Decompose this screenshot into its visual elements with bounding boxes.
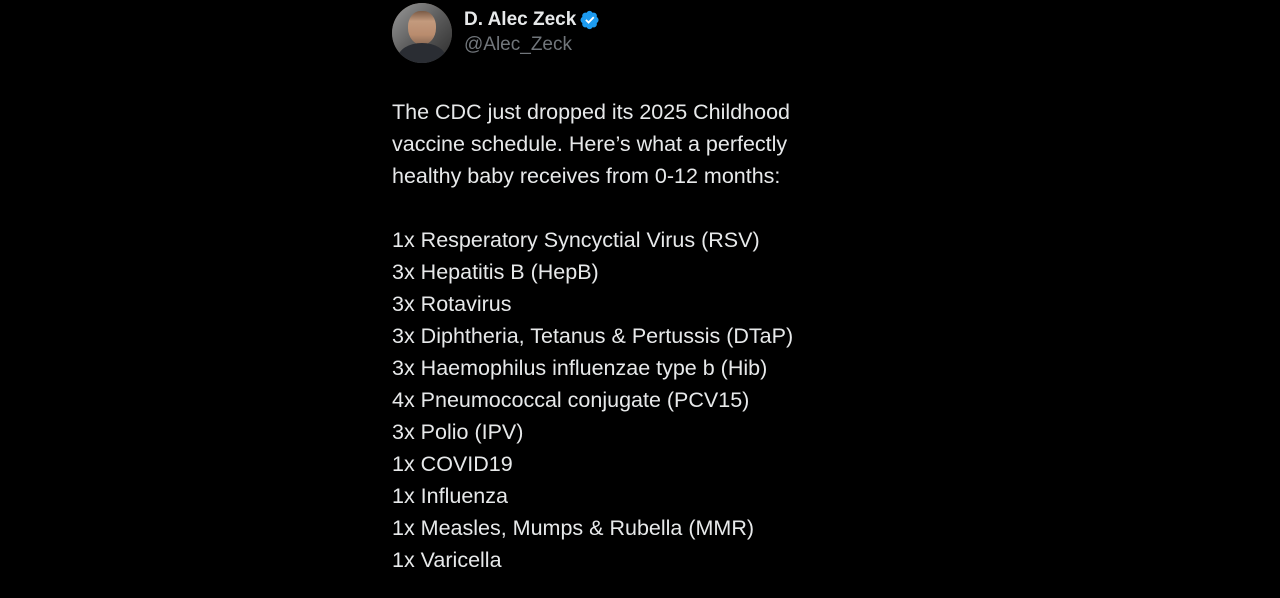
list-item: 3x Polio (IPV) <box>392 420 524 444</box>
list-item: 1x Resperatory Syncyctial Virus (RSV) <box>392 228 760 252</box>
list-item: 1x COVID19 <box>392 452 513 476</box>
avatar[interactable] <box>392 3 452 63</box>
list-item: 3x Rotavirus <box>392 292 512 316</box>
intro-line: healthy baby receives from 0-12 months: <box>392 164 781 188</box>
list-item: 3x Diphtheria, Tetanus & Pertussis (DTaP… <box>392 324 794 348</box>
intro-line: vaccine schedule. Here’s what a perfectl… <box>392 132 788 156</box>
author-handle[interactable]: @Alec_Zeck <box>464 32 600 58</box>
tweet: D. Alec Zeck @Alec_Zeck The CDC just dro… <box>392 2 852 598</box>
verified-badge-icon[interactable] <box>580 10 600 30</box>
tweet-text: The CDC just dropped its 2025 Childhood … <box>392 96 852 576</box>
intro-line: The CDC just dropped its 2025 Childhood <box>392 100 790 124</box>
list-item: 1x Influenza <box>392 484 508 508</box>
author-names: D. Alec Zeck @Alec_Zeck <box>464 8 600 58</box>
list-item: 3x Hepatitis B (HepB) <box>392 260 599 284</box>
list-item: 3x Haemophilus influenzae type b (Hib) <box>392 356 768 380</box>
list-item: 1x Measles, Mumps & Rubella (MMR) <box>392 516 755 540</box>
author-display-name[interactable]: D. Alec Zeck <box>464 8 576 32</box>
tweet-header: D. Alec Zeck @Alec_Zeck <box>392 2 852 64</box>
list-item: 1x Varicella <box>392 548 502 572</box>
vaccine-schedule-list: 1x Resperatory Syncyctial Virus (RSV) 3x… <box>392 224 852 576</box>
list-item: 4x Pneumococcal conjugate (PCV15) <box>392 388 750 412</box>
display-name-row: D. Alec Zeck <box>464 8 600 32</box>
